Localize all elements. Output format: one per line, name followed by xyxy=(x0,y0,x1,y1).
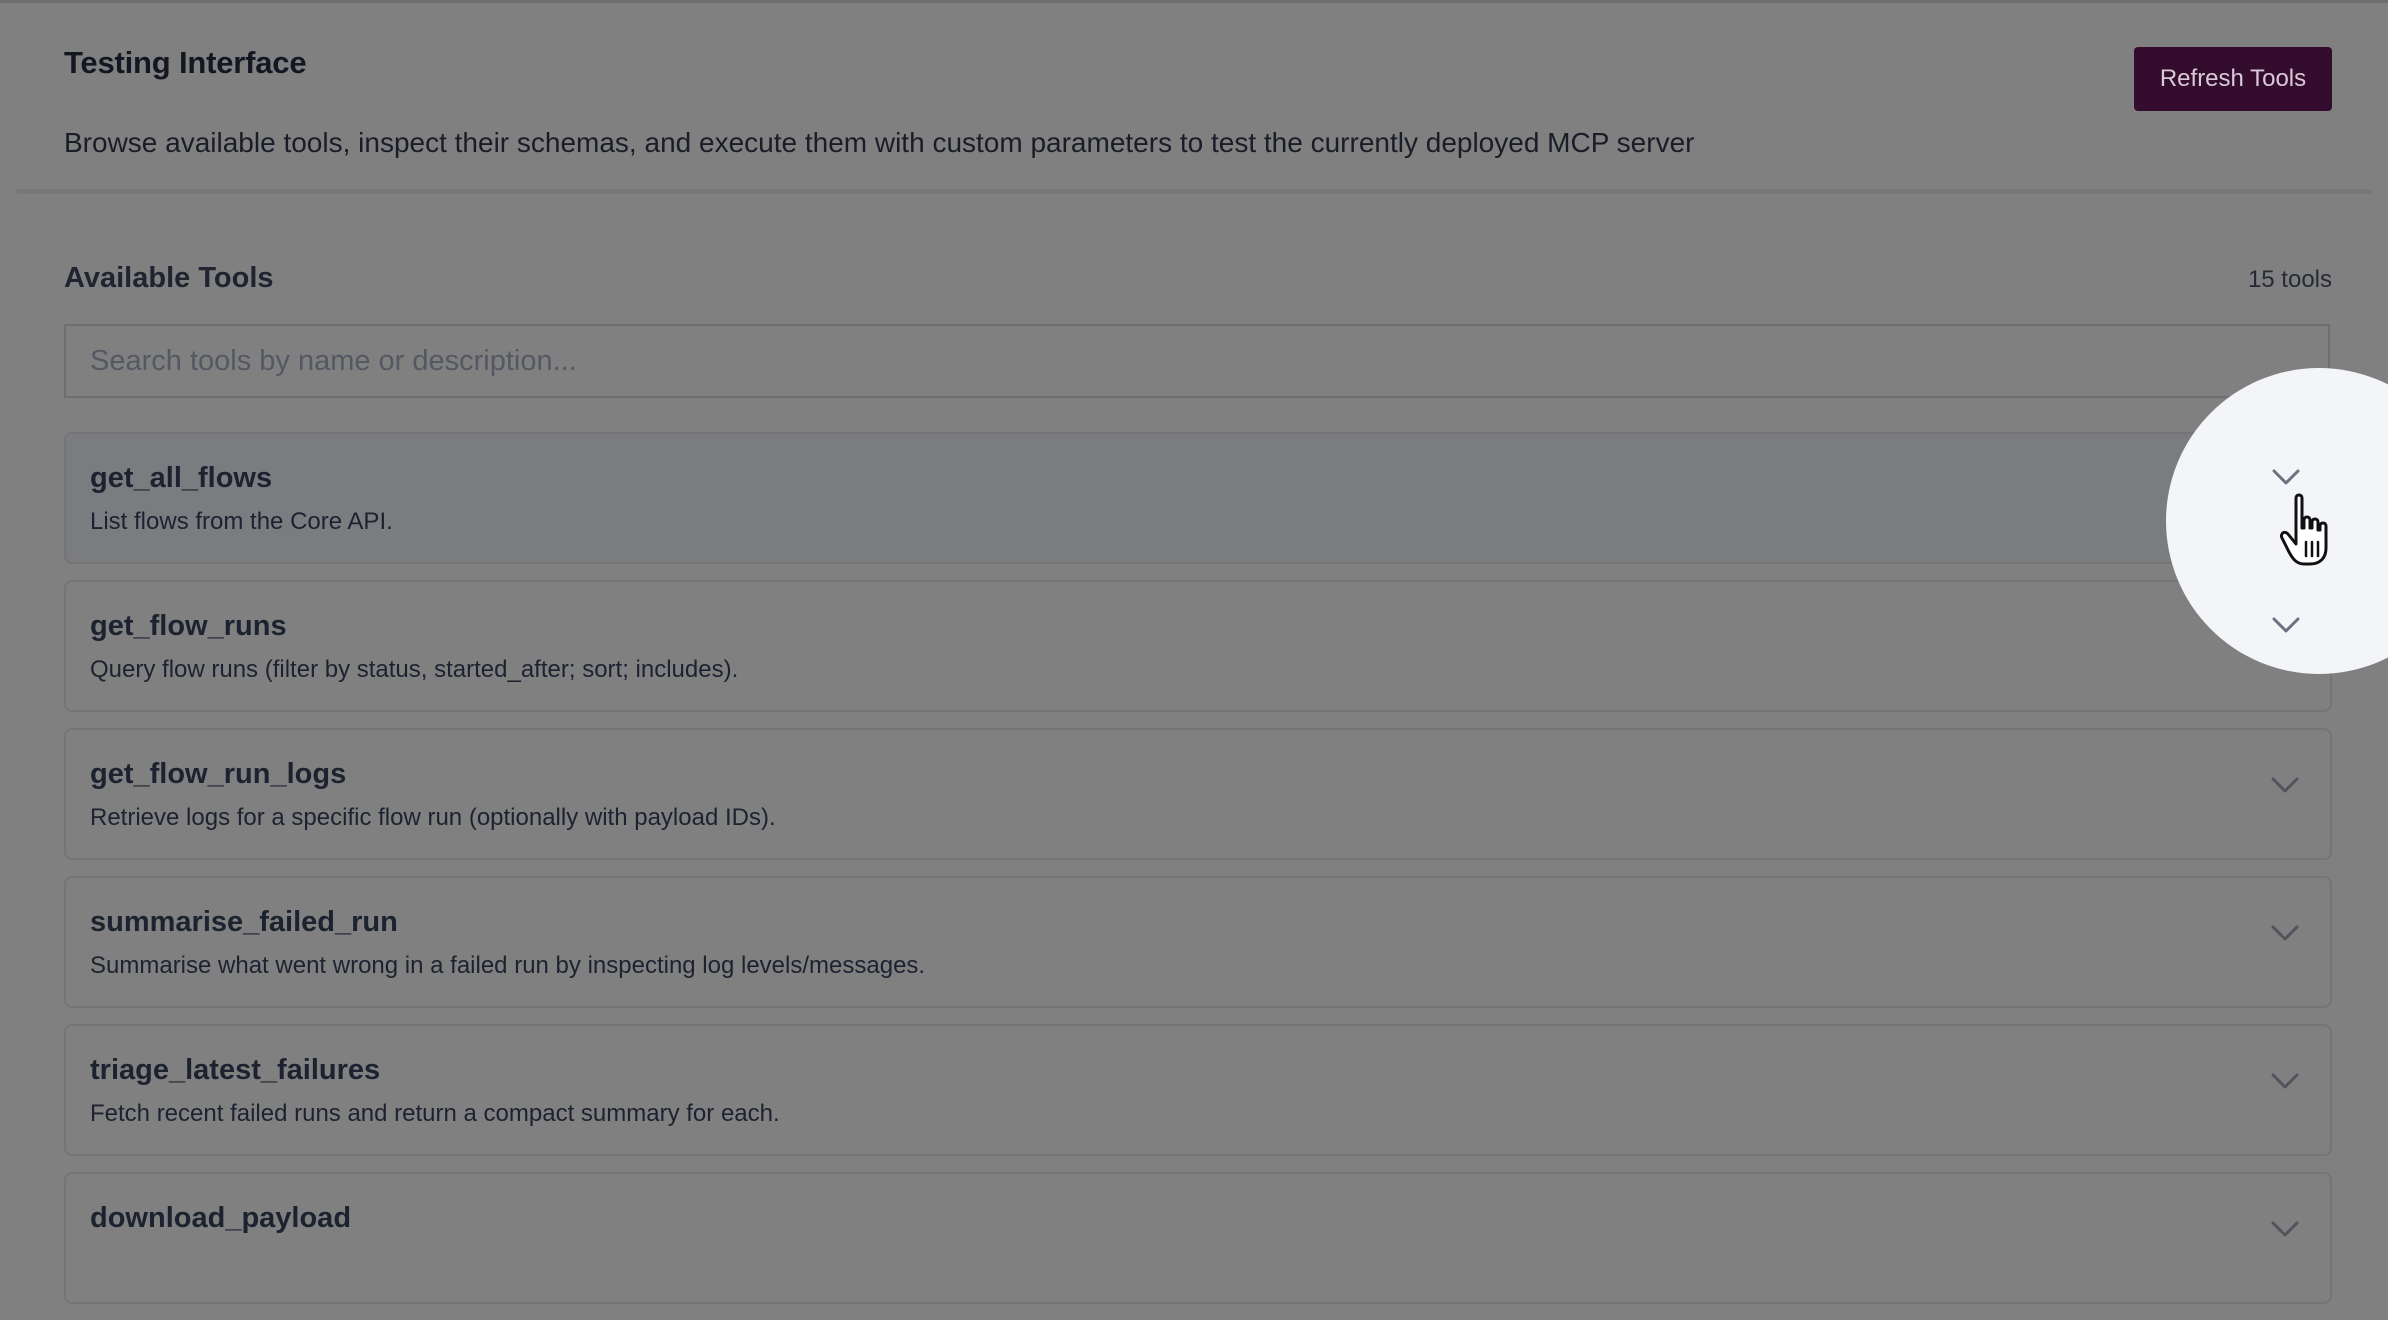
chevron-down-icon[interactable] xyxy=(2268,1064,2302,1098)
tool-card-get-flow-run-logs[interactable]: get_flow_run_logs Retrieve logs for a sp… xyxy=(64,728,2332,860)
tool-card-get-all-flows[interactable]: get_all_flows List flows from the Core A… xyxy=(64,432,2332,564)
tool-name: download_payload xyxy=(90,1202,352,1234)
tool-card-summarise-failed-run[interactable]: summarise_failed_run Summarise what went… xyxy=(64,876,2332,1008)
tool-card-triage-latest-failures[interactable]: triage_latest_failures Fetch recent fail… xyxy=(64,1024,2332,1156)
chevron-down-icon[interactable] xyxy=(2268,1212,2302,1246)
tool-name: summarise_failed_run xyxy=(90,906,398,938)
tool-name: get_flow_runs xyxy=(90,610,287,642)
tool-description: List flows from the Core API. xyxy=(90,508,393,535)
page-header: Testing Interface Browse available tools… xyxy=(0,3,2388,191)
hand-pointer-icon xyxy=(2280,493,2328,566)
tool-list: get_all_flows List flows from the Core A… xyxy=(64,432,2332,1320)
tool-name: triage_latest_failures xyxy=(90,1054,381,1086)
header-divider xyxy=(16,189,2372,194)
tool-card-get-flow-runs[interactable]: get_flow_runs Query flow runs (filter by… xyxy=(64,580,2332,712)
chevron-down-icon[interactable] xyxy=(2269,460,2303,494)
tool-description: Fetch recent failed runs and return a co… xyxy=(90,1100,780,1127)
tool-description: Retrieve logs for a specific flow run (o… xyxy=(90,804,776,831)
page-subtitle: Browse available tools, inspect their sc… xyxy=(64,127,1695,158)
tool-description: Query flow runs (filter by status, start… xyxy=(90,656,739,683)
chevron-down-icon[interactable] xyxy=(2268,916,2302,950)
search-input[interactable] xyxy=(64,324,2330,398)
chevron-down-icon[interactable] xyxy=(2269,608,2303,642)
tool-description: Summarise what went wrong in a failed ru… xyxy=(90,952,926,979)
tool-name: get_flow_run_logs xyxy=(90,758,347,790)
tool-name: get_all_flows xyxy=(90,462,273,494)
available-tools-heading: Available Tools xyxy=(64,262,274,294)
tool-count: 15 tools xyxy=(2247,266,2332,293)
refresh-tools-button[interactable]: Refresh Tools xyxy=(2134,47,2332,111)
tool-card-download-payload[interactable]: download_payload xyxy=(64,1172,2332,1304)
page-title: Testing Interface xyxy=(64,45,307,80)
chevron-down-icon[interactable] xyxy=(2268,768,2302,802)
